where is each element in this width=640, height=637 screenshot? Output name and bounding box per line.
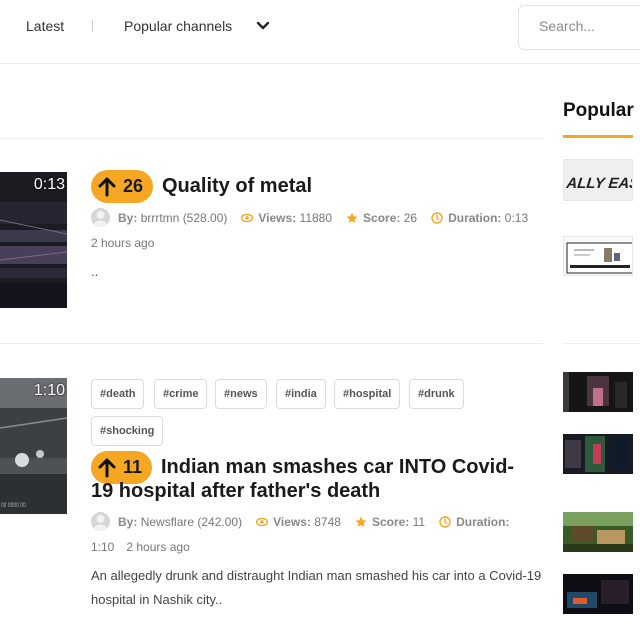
score-label: Score: [371,515,410,529]
avatar[interactable] [91,512,110,532]
vote-count: 11 [123,457,143,477]
score-value: 26 [403,211,418,225]
upvote-badge[interactable]: 26 [91,170,154,203]
star-icon [355,516,367,527]
sidebar-title-underline [563,135,633,138]
tag-death[interactable]: #death [91,379,145,409]
search-input[interactable] [539,18,639,34]
views-value: 11880 [299,211,333,225]
post-thumbnail[interactable]: ▯▯ ▯▯▯▯ ▯▯ 1:10 [0,378,67,514]
duration-value: 1:10 [91,540,115,554]
sidebar-thumb-1[interactable]: ALLY EASY [563,159,633,201]
top-nav: Latest Popular channels [0,0,640,64]
sidebar-thumb-1-text: ALLY EASY [565,175,633,192]
post-time: 2 hours ago [126,540,190,554]
section-divider [0,138,543,139]
post-meta-continued: 1:10 2 hours ago [91,535,190,559]
score-value: 11 [412,515,426,529]
post-title-line-1[interactable]: Indian man smashes car INTO Covid- [161,455,514,479]
sidebar-title: Popular [563,100,634,121]
clock-icon [431,212,443,224]
search-box[interactable] [518,5,640,50]
sidebar-thumb-2[interactable] [563,236,633,276]
sidebar-divider [563,343,640,344]
thumbnail-duration: 0:13 [33,176,65,193]
sidebar-thumb-4[interactable] [563,434,633,474]
score-label: Score: [363,211,401,225]
arrow-up-icon [98,458,116,477]
by-label: By: [118,211,138,225]
tag-shocking[interactable]: #shocking [91,416,164,446]
post-description-line-2: hospital in Nashik city.. [91,592,223,607]
sidebar-thumb-3[interactable] [563,372,633,412]
avatar[interactable] [91,208,110,228]
post-meta: By: Newsflare (242.00) Views: 8748 Score: … [91,510,509,534]
nav-separator [92,20,93,32]
duration-label: Duration: [448,211,502,225]
eye-icon [241,213,254,223]
clock-icon [439,516,451,528]
sidebar-thumb-5[interactable] [563,512,633,552]
tag-crime[interactable]: #crime [154,379,208,409]
duration-value: 0:13 [504,211,529,225]
arrow-up-icon [98,177,116,196]
views-label: Views: [273,515,311,529]
post-meta: By: brrrtmn (528.00) Views: 11880 Score: 2… [91,206,528,230]
post-description-line-1: An allegedly drunk and distraught Indian… [91,568,542,583]
tag-india[interactable]: #india [276,379,326,409]
by-label: By: [118,515,138,529]
tag-drunk[interactable]: #drunk [409,379,464,409]
thumbnail-duration: 1:10 [33,382,65,399]
vote-count: 26 [123,176,144,196]
duration-label: Duration: [456,515,510,529]
author-link[interactable]: brrrtmn (528.00) [141,211,228,225]
chevron-down-icon[interactable] [256,21,270,31]
author-link[interactable]: Newsflare (242.00) [141,515,242,529]
post-time: 2 hours ago [91,236,155,250]
post-title-line-2[interactable]: 19 hospital after father's death [91,479,380,503]
star-icon [346,212,358,223]
sidebar-thumb-6[interactable] [563,574,633,614]
tag-news[interactable]: #news [215,379,267,409]
post-divider [0,343,543,344]
post-title[interactable]: Quality of metal [162,174,312,198]
views-value: 8748 [314,515,341,529]
nav-popular-channels-link[interactable]: Popular channels [124,18,232,34]
views-label: Views: [258,211,297,225]
nav-latest-link[interactable]: Latest [26,18,64,34]
eye-icon [256,517,269,527]
post-thumbnail[interactable]: 0:13 [0,172,67,308]
post-description: .. [91,264,99,279]
cctv-timestamp-glyph: ▯▯ ▯▯▯▯ ▯▯ [1,502,26,508]
tag-hospital[interactable]: #hospital [334,379,401,409]
